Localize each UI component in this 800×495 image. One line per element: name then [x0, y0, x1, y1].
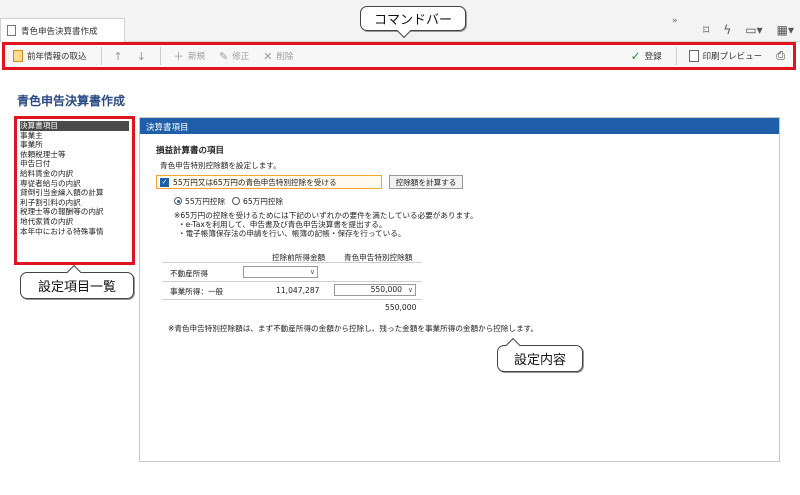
move-down-button[interactable]: ↓ [137, 50, 146, 63]
chevron-down-icon: ∨ [309, 268, 315, 276]
document-tab[interactable]: 青色申告決算書作成 [0, 18, 125, 42]
arrow-up-icon: ↑ [113, 49, 123, 63]
real-estate-before-select[interactable]: ∨ [243, 266, 318, 278]
register-label: 登録 [644, 52, 662, 62]
checkmark-icon: ✓ [630, 49, 641, 63]
list-item[interactable]: 地代家賃の内訳 [20, 217, 129, 227]
checkbox-checked-icon: ✓ [160, 177, 169, 187]
lightning-icon[interactable]: ϟ [723, 23, 731, 37]
window-tools: ⌑ ϟ ▭▾ ▦▾ [703, 18, 794, 42]
list-item[interactable]: 申告日付 [20, 159, 129, 169]
list-item[interactable]: 決算書項目 [20, 121, 129, 131]
list-item[interactable]: 事業主 [20, 131, 129, 141]
new-button[interactable]: ＋ 新規 [173, 48, 205, 64]
callout-settings-content: 設定内容 [497, 337, 583, 372]
panel-header: 決算書項目 [140, 118, 779, 134]
edit-label: 修正 [232, 52, 250, 62]
business-deduction-value: 550,000 [370, 285, 402, 294]
new-label: 新規 [187, 52, 205, 62]
list-item[interactable]: 依頼税理士等 [20, 150, 129, 160]
table-divider [162, 262, 422, 263]
calculate-deduction-button[interactable]: 控除額を計算する [389, 175, 463, 189]
arrow-down-icon: ↓ [136, 49, 146, 63]
chevron-down-icon: ∨ [407, 286, 413, 294]
divider [675, 47, 677, 65]
bookmark-icon[interactable]: ⌑ [703, 23, 709, 37]
divider [159, 47, 161, 65]
table-divider [162, 299, 422, 300]
settings-content-panel: 決算書項目 損益計算書の項目 青色申告特別控除額を設定します。 ✓ 55万円又は… [139, 117, 780, 462]
register-button[interactable]: ✓ 登録 [631, 49, 662, 63]
print-preview-button[interactable]: 印刷プレビュー [688, 50, 763, 62]
settings-item-list: 決算書項目 事業主 事業所 依頼税理士等 申告日付 給料賃金の内訳 専従者給与の… [14, 116, 135, 265]
row-label-real-estate: 不動産所得 [170, 269, 208, 278]
move-up-button[interactable]: ↑ [114, 50, 123, 63]
page-title: 青色申告決算書作成 [17, 94, 126, 108]
import-icon [13, 50, 23, 62]
radio-65-label: 65万円控除 [243, 197, 284, 206]
table-divider [162, 281, 422, 282]
callout-command-bar: コマンドバー [360, 6, 466, 39]
radio-65-option[interactable]: 65万円控除 [232, 196, 283, 207]
radio-unselected-icon [232, 197, 240, 205]
requirement-note-ebook: ・電子帳簿保存法の申請を行い、帳簿の記帳・保存を行っている。 [178, 229, 406, 238]
print-button[interactable]: ⎙ [776, 49, 785, 63]
plus-icon: ＋ [172, 50, 184, 63]
calendar-icon[interactable]: ▦▾ [777, 23, 794, 37]
checkbox-label: 55万円又は65万円の青色申告特別控除を受ける [173, 177, 337, 187]
deduction-total: 550,000 [385, 303, 417, 312]
tab-label: 青色申告決算書作成 [21, 26, 98, 37]
list-item[interactable]: 給料賃金の内訳 [20, 169, 129, 179]
list-item[interactable]: 専従者給与の内訳 [20, 179, 129, 189]
print-preview-icon [688, 50, 699, 62]
delete-button[interactable]: ✕ 削除 [263, 50, 293, 63]
print-preview-label: 印刷プレビュー [702, 52, 763, 62]
list-item[interactable]: 利子割引料の内訳 [20, 198, 129, 208]
delete-label: 削除 [276, 52, 294, 62]
special-deduction-checkbox[interactable]: ✓ 55万円又は65万円の青色申告特別控除を受ける [156, 175, 382, 189]
list-item[interactable]: 貸倒引当金繰入額の計算 [20, 188, 129, 198]
description-text: 青色申告特別控除額を設定します。 [160, 161, 281, 170]
overflow-chevron-icon[interactable]: » [672, 16, 678, 26]
radio-selected-icon [174, 197, 182, 205]
radio-55-label: 55万円控除 [185, 197, 226, 206]
list-item[interactable]: 事業所 [20, 140, 129, 150]
x-icon: ✕ [263, 49, 273, 63]
window-layout-icon[interactable]: ▭▾ [745, 23, 762, 37]
business-before-amount: 11,047,287 [276, 286, 320, 295]
callout-settings-content-text: 設定内容 [513, 353, 566, 368]
section-title: 損益計算書の項目 [156, 146, 225, 156]
command-bar-right: ✓ 登録 印刷プレビュー ⎙ [631, 47, 785, 65]
command-bar: 前年情報の取込 ↑ ↓ ＋ 新規 ✎ 修正 ✕ 削除 ✓ 登録 印刷プレビュー … [2, 42, 796, 70]
divider [100, 47, 102, 65]
pencil-icon: ✎ [218, 49, 229, 63]
row-label-business: 事業所得：一般 [170, 287, 224, 296]
list-item[interactable]: 本年中における特殊事情 [20, 227, 129, 237]
callout-settings-list-text: 設定項目一覧 [37, 280, 116, 295]
import-previous-year-button[interactable]: 前年情報の取込 [13, 50, 87, 62]
printer-icon: ⎙ [776, 49, 785, 62]
callout-command-bar-text: コマンドバー [373, 13, 452, 28]
callout-settings-list: 設定項目一覧 [20, 264, 134, 299]
edit-button[interactable]: ✎ 修正 [219, 50, 249, 63]
document-icon [7, 25, 16, 36]
radio-55-option[interactable]: 55万円控除 [174, 196, 225, 207]
business-deduction-select[interactable]: 550,000 ∨ [334, 284, 416, 296]
import-label: 前年情報の取込 [27, 52, 87, 62]
footnote-text: ※青色申告特別控除額は、まず不動産所得の金額から控除し、残った金額を事業所得の金… [168, 324, 539, 333]
list-item[interactable]: 税理士等の報酬等の内訳 [20, 207, 129, 217]
